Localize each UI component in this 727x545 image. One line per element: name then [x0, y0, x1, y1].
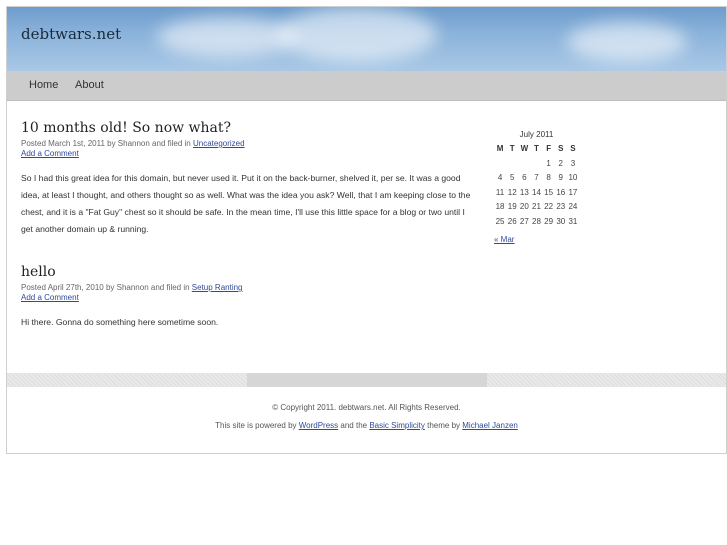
- calendar-day: 30: [556, 216, 566, 226]
- calendar-day: [518, 157, 530, 172]
- powered-by-text: and the: [338, 421, 370, 430]
- site-footer: © Copyright 2011. debtwars.net. All Righ…: [7, 387, 726, 435]
- calendar-day: 29: [544, 216, 554, 226]
- main-nav: Home About: [7, 71, 726, 101]
- category-link[interactable]: Uncategorized: [193, 139, 245, 148]
- footer-divider: [7, 373, 726, 387]
- calendar-day: [506, 157, 518, 172]
- wordpress-link[interactable]: WordPress: [299, 421, 338, 430]
- theme-link[interactable]: Basic Simplicity: [369, 421, 425, 430]
- calendar-day: 27: [519, 216, 529, 226]
- copyright-text: © Copyright 2011. debtwars.net. All Righ…: [272, 403, 461, 412]
- calendar-day: 9: [558, 173, 563, 182]
- weekday-header: W: [520, 144, 529, 153]
- post-meta-text: Posted April 27th, 2010 by Shannon and f…: [21, 283, 192, 292]
- calendar-day: 6: [522, 173, 527, 182]
- weekday-header: S: [558, 144, 564, 153]
- post-meta: Posted April 27th, 2010 by Shannon and f…: [21, 282, 471, 293]
- calendar-day: 28: [532, 216, 541, 226]
- site-header: debtwars.net: [7, 7, 726, 71]
- calendar-day: [530, 157, 542, 172]
- calendar-day: 18: [495, 202, 505, 211]
- footer-divider-center: [247, 373, 487, 387]
- calendar-day: 22: [544, 202, 554, 211]
- post-body: Hi there. Gonna do something here someti…: [21, 317, 219, 327]
- nav-item-about[interactable]: About: [75, 79, 104, 91]
- calendar-day: 16: [556, 187, 566, 197]
- post: hello Posted April 27th, 2010 by Shannon…: [21, 264, 471, 331]
- calendar-day: 24: [568, 202, 578, 211]
- calendar-day: 8: [546, 173, 551, 182]
- page-container: debtwars.net Home About 10 months old! S…: [6, 6, 727, 454]
- calendar-day: 17: [568, 187, 578, 197]
- post-title[interactable]: 10 months old! So now what?: [21, 120, 471, 136]
- cloud-decoration: [567, 22, 687, 62]
- author-link[interactable]: Michael Janzen: [462, 421, 518, 430]
- calendar-day: [494, 157, 506, 172]
- weekday-header: M: [496, 144, 504, 153]
- calendar-day: 21: [532, 202, 541, 211]
- calendar-grid: M T W T F S S 1 2 3 4 5 6 7 8 9 10 11 12…: [494, 142, 579, 229]
- category-link[interactable]: Setup Ranting: [192, 283, 243, 292]
- calendar-day: 5: [509, 173, 515, 182]
- weekday-header: S: [570, 144, 576, 153]
- post-meta-text: Posted March 1st, 2011 by Shannon and fi…: [21, 139, 193, 148]
- cloud-decoration: [157, 17, 297, 57]
- calendar-day: 3: [570, 158, 576, 168]
- calendar-day: 15: [544, 187, 554, 197]
- calendar-widget: July 2011 M T W T F S S 1 2 3 4 5 6 7 8 …: [494, 128, 579, 247]
- add-comment-link[interactable]: Add a Comment: [21, 149, 471, 159]
- calendar-prev-month-link[interactable]: « Mar: [494, 235, 514, 244]
- weekday-header: T: [534, 144, 539, 153]
- calendar-day: 14: [532, 187, 541, 197]
- calendar-day: 10: [568, 173, 578, 182]
- calendar-day: 23: [556, 202, 566, 211]
- weekday-header: F: [546, 144, 552, 153]
- post-title[interactable]: hello: [21, 264, 471, 280]
- powered-by-line: This site is powered by WordPress and th…: [7, 417, 726, 435]
- post-body: So I had this great idea for this domain…: [21, 173, 471, 234]
- calendar-day: 2: [558, 158, 563, 168]
- calendar-day: 25: [495, 216, 505, 226]
- calendar-day: 31: [568, 216, 578, 226]
- calendar-day: 1: [546, 158, 551, 168]
- calendar-day: 12: [507, 187, 517, 197]
- calendar-day: 13: [519, 187, 529, 197]
- calendar-day: 26: [507, 216, 517, 226]
- powered-by-text: This site is powered by: [215, 421, 299, 430]
- site-title[interactable]: debtwars.net: [21, 25, 121, 43]
- post-meta: Posted March 1st, 2011 by Shannon and fi…: [21, 138, 471, 149]
- calendar-day: 4: [497, 173, 503, 182]
- post: 10 months old! So now what? Posted March…: [21, 120, 471, 238]
- calendar-day: 7: [534, 173, 539, 182]
- calendar-day: 19: [507, 202, 517, 211]
- cloud-decoration: [277, 7, 437, 62]
- nav-item-home[interactable]: Home: [29, 79, 58, 91]
- calendar-day: 20: [519, 202, 529, 211]
- add-comment-link[interactable]: Add a Comment: [21, 293, 471, 303]
- calendar-caption: July 2011: [519, 130, 554, 139]
- calendar-day: 11: [495, 187, 505, 197]
- powered-by-text: theme by: [424, 421, 463, 430]
- weekday-header: T: [509, 144, 515, 153]
